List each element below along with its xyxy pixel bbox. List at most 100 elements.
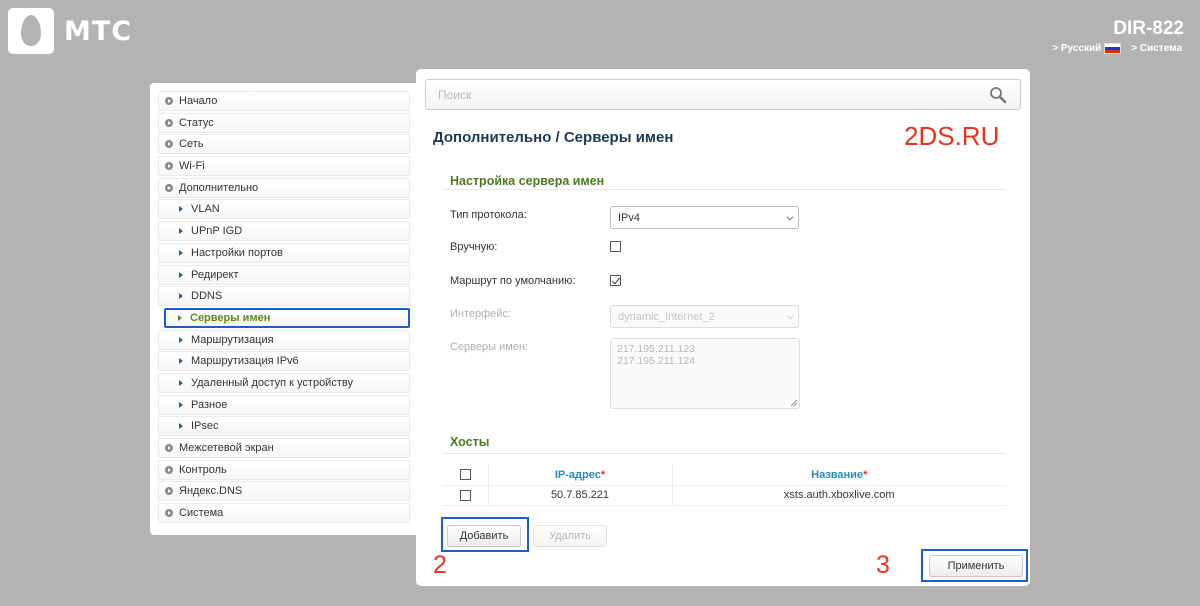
arrow-right-icon bbox=[179, 379, 183, 386]
section-divider bbox=[443, 453, 1006, 454]
select-all-cell bbox=[443, 465, 489, 486]
sidebar-item-home[interactable]: Начало bbox=[158, 91, 410, 111]
expand-bullet-icon bbox=[165, 487, 173, 496]
arrow-right-icon bbox=[179, 401, 183, 408]
arrow-right-icon bbox=[179, 249, 183, 256]
system-link[interactable]: > Система bbox=[1131, 43, 1182, 54]
sidebar-item-label: UPnP IGD bbox=[191, 225, 243, 238]
sidebar-item-advanced[interactable]: Дополнительно bbox=[158, 177, 410, 198]
arrow-right-icon bbox=[179, 271, 183, 278]
language-link[interactable]: > Русский bbox=[1052, 43, 1122, 54]
sidebar-item-label: IPsec bbox=[191, 420, 219, 433]
name-servers-label: Серверы имен: bbox=[450, 341, 529, 353]
arrow-right-icon bbox=[179, 206, 183, 213]
row-checkbox[interactable] bbox=[459, 489, 471, 501]
page-title: Дополнительно / Серверы имен bbox=[433, 129, 674, 146]
dns-settings-title: Настройка сервера имен bbox=[450, 174, 605, 188]
sidebar-item-label: Начало bbox=[179, 95, 218, 107]
sidebar-item-label: Wi-Fi bbox=[179, 160, 205, 173]
sidebar-item-routing-ipv6[interactable]: Маршрутизация IPv6 bbox=[158, 351, 410, 372]
row-select-cell bbox=[443, 485, 489, 506]
search-icon[interactable] bbox=[989, 86, 1007, 104]
collapse-bullet-icon bbox=[165, 183, 173, 192]
hosts-table: IP-адрес* Название* 50.7.85.221 xsts.aut… bbox=[443, 465, 1006, 506]
chevron-down-icon bbox=[786, 312, 794, 320]
name-servers-textarea[interactable]: 217.195.211.123 217.195.211.124 bbox=[610, 338, 800, 409]
protocol-label: Тип протокола: bbox=[450, 209, 527, 221]
mts-logo: МТС bbox=[8, 8, 132, 54]
interface-label: Интерфейс: bbox=[450, 308, 511, 320]
sidebar-item-label: Серверы имен bbox=[190, 311, 271, 324]
sidebar-item-label: Редирект bbox=[191, 268, 239, 281]
expand-bullet-icon bbox=[165, 509, 173, 518]
manual-checkbox[interactable] bbox=[610, 241, 621, 252]
resize-grip-icon[interactable] bbox=[791, 400, 797, 406]
sidebar-item-label: VLAN bbox=[191, 203, 220, 216]
device-model: DIR-822 bbox=[1113, 18, 1184, 39]
sidebar-item-label: Удаленный доступ к устройству bbox=[191, 376, 353, 389]
arrow-right-icon bbox=[179, 228, 183, 235]
sidebar-item-label: Сеть bbox=[179, 138, 204, 151]
sidebar-item-ddns[interactable]: DDNS bbox=[158, 286, 410, 307]
sidebar-item-label: DDNS bbox=[191, 290, 223, 303]
sidebar-item-label: Маршрутизация IPv6 bbox=[191, 355, 299, 368]
annotation-number-2: 2 bbox=[433, 551, 447, 579]
sidebar-item-firewall[interactable]: Межсетевой экран bbox=[158, 438, 410, 458]
highlight-apply-button bbox=[921, 549, 1028, 582]
protocol-value: IPv4 bbox=[618, 211, 641, 224]
sidebar-item-label: Настройки портов bbox=[191, 246, 283, 259]
sidebar-item-system[interactable]: Система bbox=[158, 503, 410, 524]
column-name-label: Название bbox=[811, 468, 864, 481]
annotation-number-3: 3 bbox=[876, 551, 890, 579]
chevron-down-icon bbox=[786, 213, 794, 221]
host-ip-cell: 50.7.85.221 bbox=[488, 485, 673, 506]
hosts-title: Хосты bbox=[450, 435, 490, 449]
sidebar-item-upnp[interactable]: UPnP IGD bbox=[158, 221, 410, 242]
expand-bullet-icon bbox=[165, 465, 173, 474]
logo-text: МТС bbox=[64, 15, 133, 47]
sidebar-item-redirect[interactable]: Редирект bbox=[158, 264, 410, 285]
sidebar-item-misc[interactable]: Разное bbox=[158, 394, 410, 415]
column-name: Название* bbox=[672, 465, 1006, 486]
section-divider bbox=[443, 189, 1006, 190]
sidebar-item-wifi[interactable]: Wi-Fi bbox=[158, 156, 410, 177]
sidebar-item-control[interactable]: Контроль bbox=[158, 459, 410, 480]
sidebar-menu: Начало Статус Сеть Wi-Fi Дополнительно V… bbox=[158, 91, 412, 524]
arrow-right-icon bbox=[179, 293, 183, 300]
delete-button[interactable]: Удалить bbox=[533, 525, 607, 547]
sidebar-item-label: Статус bbox=[179, 116, 214, 129]
name-server-entry: 217.195.211.123 bbox=[617, 343, 696, 355]
sidebar-item-remote-access[interactable]: Удаленный доступ к устройству bbox=[158, 372, 410, 393]
select-all-checkbox[interactable] bbox=[459, 469, 471, 481]
sidebar-item-label: Дополнительно bbox=[179, 181, 259, 194]
host-name-cell: xsts.auth.xboxlive.com bbox=[672, 485, 1006, 506]
sidebar-item-label: Контроль bbox=[179, 463, 227, 476]
default-route-checkbox[interactable] bbox=[610, 275, 621, 286]
required-mark: * bbox=[600, 468, 606, 481]
sidebar-item-network[interactable]: Сеть bbox=[158, 134, 410, 155]
table-row[interactable]: 50.7.85.221 xsts.auth.xboxlive.com bbox=[443, 485, 1006, 506]
search-box bbox=[425, 79, 1021, 110]
arrow-right-icon bbox=[178, 314, 182, 321]
expand-bullet-icon bbox=[165, 444, 173, 452]
sidebar-item-label: Разное bbox=[191, 398, 228, 411]
interface-value: dynamic_Internet_2 bbox=[618, 310, 715, 323]
expand-bullet-icon bbox=[165, 140, 173, 149]
interface-select[interactable]: dynamic_Internet_2 bbox=[610, 305, 799, 328]
sidebar-item-yandex-dns[interactable]: Яндекс.DNS bbox=[158, 481, 410, 502]
arrow-right-icon bbox=[179, 358, 183, 365]
sidebar-item-ipsec[interactable]: IPsec bbox=[158, 416, 410, 437]
sidebar-item-vlan[interactable]: VLAN bbox=[158, 199, 410, 220]
sidebar-item-label: Яндекс.DNS bbox=[179, 485, 243, 498]
column-ip-label: IP-адрес bbox=[554, 468, 601, 481]
expand-bullet-icon bbox=[165, 97, 173, 105]
main-panel: Дополнительно / Серверы имен 2DS.RU Наст… bbox=[416, 69, 1030, 586]
sidebar-item-name-servers[interactable]: Серверы имен bbox=[164, 307, 410, 328]
protocol-select[interactable]: IPv4 bbox=[610, 206, 799, 229]
search-input[interactable] bbox=[438, 87, 978, 102]
name-server-entry: 217.195.211.124 bbox=[617, 355, 696, 367]
sidebar-item-routing[interactable]: Маршрутизация bbox=[158, 329, 410, 350]
sidebar-item-label: Система bbox=[179, 507, 224, 520]
sidebar-item-port-settings[interactable]: Настройки портов bbox=[158, 242, 410, 263]
sidebar-item-status[interactable]: Статус bbox=[158, 112, 410, 133]
